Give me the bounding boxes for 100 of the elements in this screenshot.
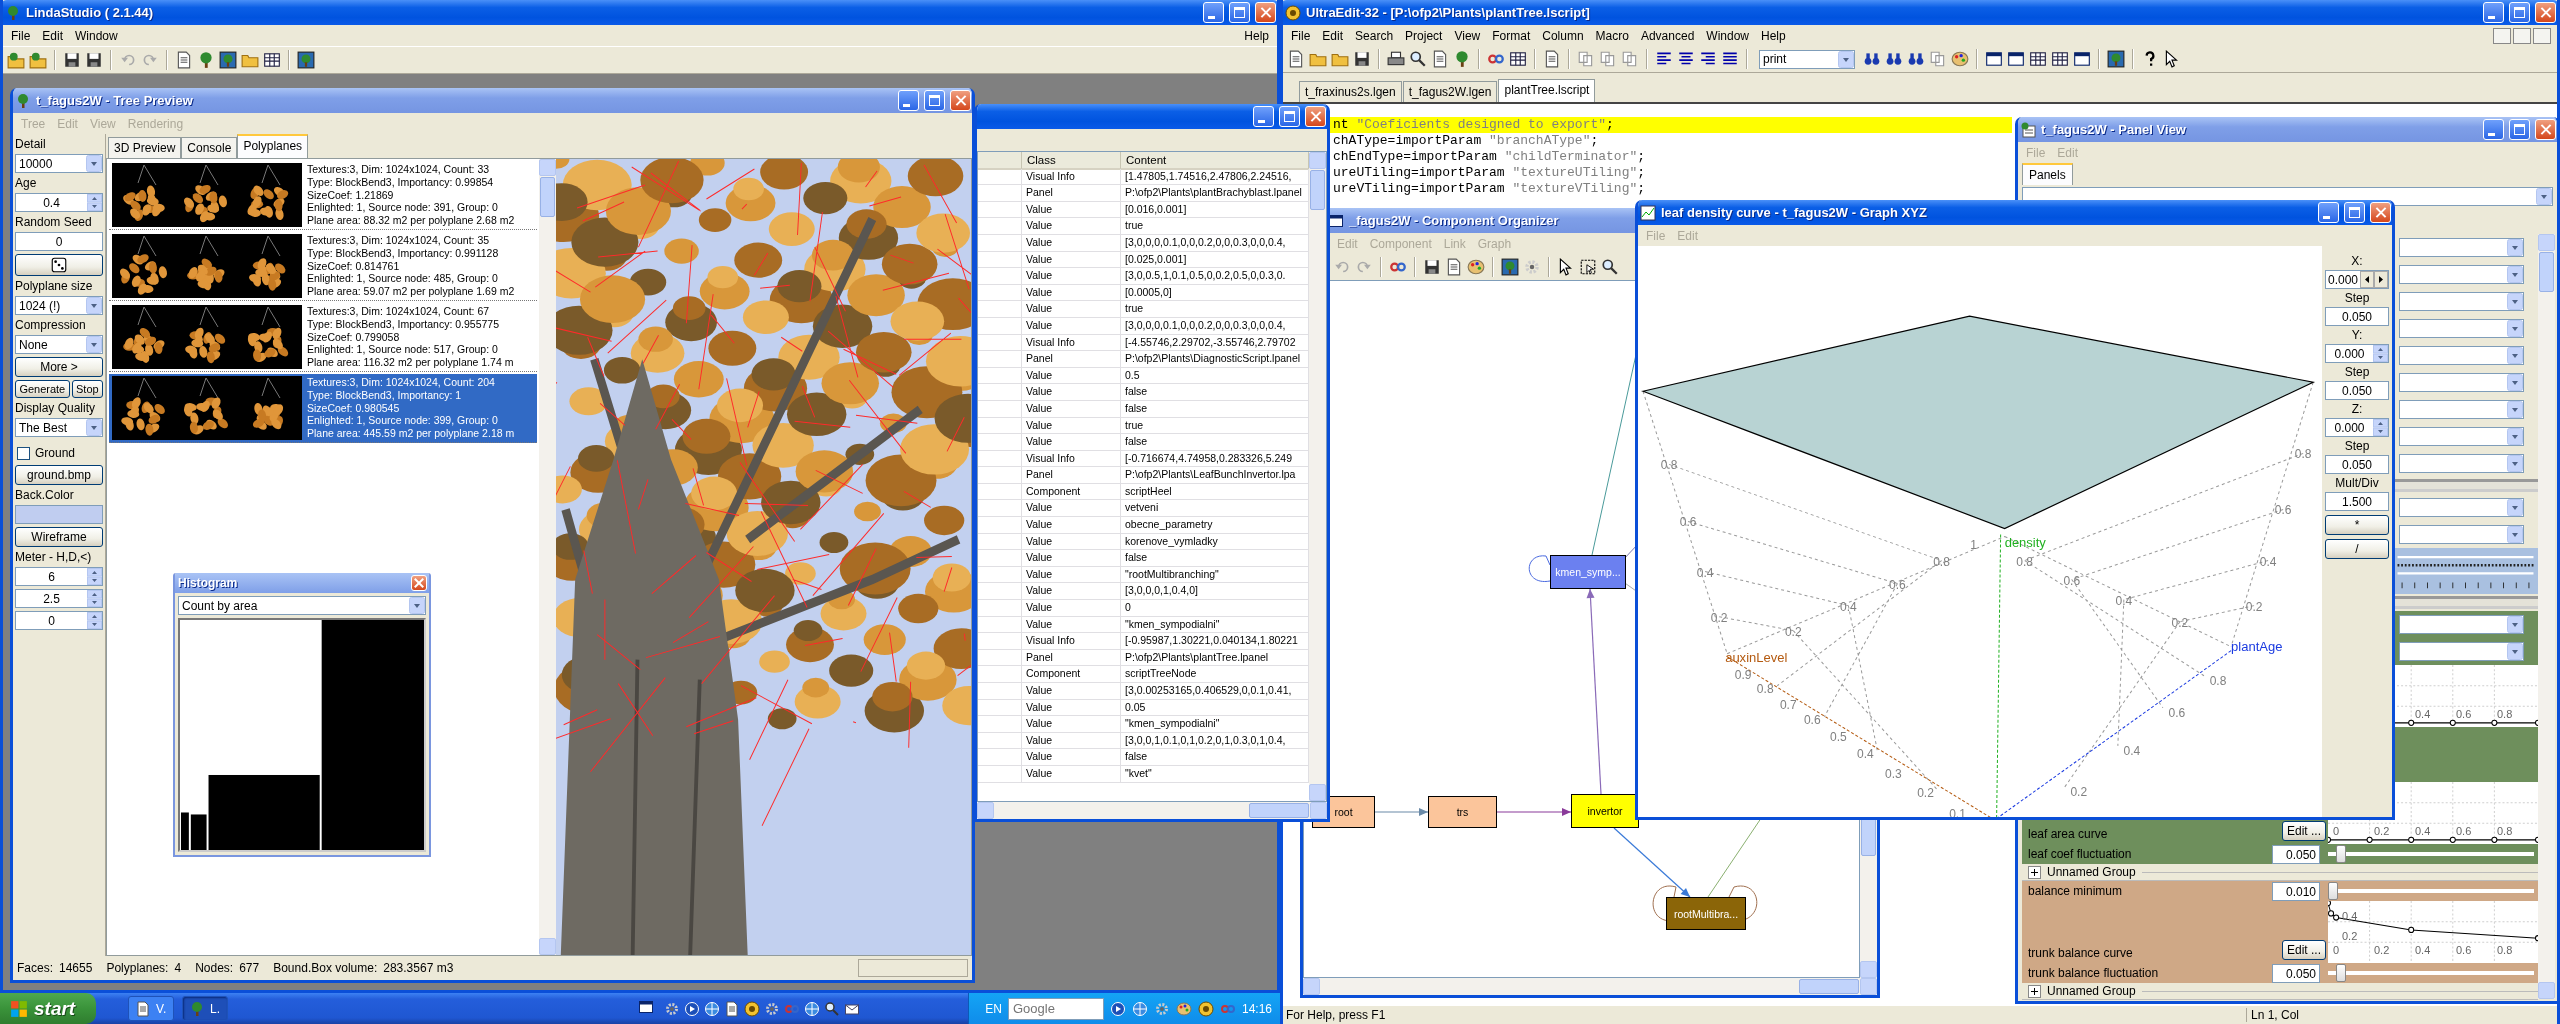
push-button[interactable]: Stop <box>71 380 103 398</box>
table-cell: Panel <box>1022 467 1121 484</box>
menu-item[interactable]: Edit <box>1316 27 1350 44</box>
axis-tick-label: 0.2 <box>1917 785 1934 800</box>
menu-item[interactable]: Help <box>1238 27 1275 44</box>
axis-tick-label: 0.7 <box>1779 697 1797 712</box>
table-cell: Value <box>1022 616 1121 634</box>
table-cell: Value <box>1022 317 1121 335</box>
search-field[interactable]: Google <box>1007 997 1104 1020</box>
menu-item[interactable]: File <box>1285 27 1317 44</box>
menu-item[interactable]: Project <box>1399 27 1449 44</box>
menu-item[interactable]: Window <box>1700 27 1755 44</box>
input-field[interactable]: 0.010 <box>2272 881 2320 901</box>
table-cell: [3,0.00253165,0.406529,0,0.1,0.41, <box>1121 683 1309 700</box>
axis-tick-label: 0.4 <box>1857 746 1874 761</box>
push-button[interactable]: * <box>2325 515 2389 535</box>
push-button[interactable]: ground.bmp <box>15 465 103 485</box>
input-field[interactable]: 0.050 <box>2325 455 2389 474</box>
field-label: Polyplane size <box>15 279 94 293</box>
dropdown[interactable]: 10000 <box>15 154 103 173</box>
tab[interactable]: t_fraxinus2s.lgen <box>1299 81 1402 102</box>
menu-item[interactable]: Macro <box>1589 27 1635 44</box>
spin-field[interactable]: 0 <box>15 611 103 630</box>
table-cell: Value <box>1022 583 1121 601</box>
axis-tick-label: 0.4 <box>2415 825 2431 837</box>
polyplane-item[interactable]: Textures:3, Dim: 1024x1024, Count: 204 Type: BlockBend3, Importancy: 1 SizeCoef: 0.980545 Enlighted: 1, Source node: 399, Group: 0 Plane area: 445.59 m2 per polyplane 2.18 m <box>109 374 537 443</box>
menu-item[interactable]: Search <box>1349 27 1400 44</box>
axis-tick-label: 0.6 <box>1679 515 1697 530</box>
axis-tick-label: 0.8 <box>1933 554 1950 569</box>
edit-button[interactable]: Edit ... <box>2282 821 2326 841</box>
axis-tick-label: 0.2 <box>2374 825 2390 837</box>
menu-item[interactable]: View <box>1448 27 1487 44</box>
column-header[interactable]: Content <box>1121 152 1309 170</box>
axis-tick-label: 0.4 <box>1840 599 1857 614</box>
graph-node[interactable]: invertor <box>1571 794 1639 828</box>
spin-field[interactable]: 6 <box>15 567 103 586</box>
edit-button[interactable]: Edit ... <box>2282 940 2326 960</box>
spin-field[interactable]: 0.000 <box>2325 270 2389 289</box>
axis-tick-label: 0.8 <box>2209 673 2227 688</box>
menu-item[interactable]: Advanced <box>1634 27 1701 44</box>
taskbar-button[interactable]: V. <box>128 996 174 1021</box>
table-cell: true <box>1121 218 1309 235</box>
axis-label: density <box>2004 534 2046 550</box>
window-title: leaf density curve - t_fagus2W - Graph XYZ <box>1661 205 1927 220</box>
push-button[interactable]: More > <box>15 357 103 377</box>
graph-node[interactable]: kmen_symp... <box>1550 555 1626 589</box>
axis-tick-label: 1 <box>1970 537 1977 552</box>
menu-item[interactable]: File <box>5 27 37 44</box>
tab[interactable]: 3D Preview <box>108 137 182 158</box>
input-field[interactable]: 0.050 <box>2325 307 2389 326</box>
tab[interactable]: Console <box>181 137 238 158</box>
dropdown[interactable]: print <box>1759 49 1855 69</box>
dropdown[interactable]: Count by area <box>178 596 426 615</box>
input-field[interactable]: 0.050 <box>2325 381 2389 400</box>
field-label: Z: <box>2350 402 2364 416</box>
axis-tick-label: 0.8 <box>2497 944 2513 956</box>
graph-node[interactable]: rootMultibra... <box>1666 897 1746 930</box>
tab[interactable]: Polyplanes <box>237 134 309 158</box>
dropdown[interactable]: The Best <box>15 418 103 437</box>
menu-item[interactable]: Help <box>1755 27 1792 44</box>
table-cell: 0 <box>1121 600 1309 617</box>
field-label: Step <box>2343 439 2371 453</box>
group-label: Unnamed Group <box>2047 865 2136 879</box>
graph-node[interactable]: trs <box>1428 796 1497 828</box>
spin-field[interactable]: 0.000 <box>2325 418 2389 437</box>
input-field[interactable]: 0 <box>15 232 103 251</box>
polyplane-item[interactable]: Textures:3, Dim: 1024x1024, Count: 67 Type: BlockBend3, Importancy: 0.955775 SizeCoef: 0.799058 Enlighted: 1, Source node: 517, Group: 0 Plane area: 116.32 m2 per polyplane 1.74 m <box>109 303 537 372</box>
input-field[interactable]: 1.500 <box>2325 492 2389 511</box>
column-header[interactable]: Class <box>1022 152 1121 170</box>
table-cell: Value <box>1022 201 1121 219</box>
push-button[interactable]: Generate <box>15 380 70 398</box>
window-title: UltraEdit-32 - [P:\ofp2\Plants\plantTree.lscript] <box>1306 5 1590 20</box>
start-button[interactable]: start <box>0 993 96 1024</box>
table-cell: false <box>1121 749 1309 766</box>
push-button[interactable]: / <box>2325 539 2389 559</box>
spin-field[interactable]: 0.4 <box>15 193 103 212</box>
input-field[interactable]: 0.050 <box>2272 844 2320 864</box>
polyplane-item[interactable]: Textures:3, Dim: 1024x1024, Count: 33 Type: BlockBend3, Importancy: 0.99854 SizeCoef: 1.21869 Enlighted: 1, Source node: 391, Group: 0 Plane area: 88.32 m2 per polyplane 2.68 m2 <box>109 161 537 230</box>
axis-tick-label: 0.6 <box>2456 825 2472 837</box>
taskbar-button[interactable]: L. <box>182 996 228 1021</box>
spin-field[interactable]: 0.000 <box>2325 344 2389 363</box>
dropdown[interactable]: None <box>15 335 103 354</box>
menu-item[interactable]: Format <box>1486 27 1537 44</box>
push-button[interactable]: Wireframe <box>15 527 103 547</box>
tab[interactable]: Panels <box>2022 163 2073 185</box>
axis-tick-label: 0.4 <box>2115 593 2133 608</box>
menu-item[interactable]: Column <box>1536 27 1590 44</box>
input-field[interactable]: 0.050 <box>2272 963 2320 983</box>
spin-field[interactable]: 2.5 <box>15 589 103 608</box>
polyplane-item[interactable]: Textures:3, Dim: 1024x1024, Count: 35 Type: BlockBend3, Importancy: 0.991128 SizeCoef: 0.814761 Enlighted: 1, Source node: 485, Group: 0 Plane area: 59.07 m2 per polyplane 1.69 m2 <box>109 232 537 301</box>
table-cell: Value <box>1022 732 1121 750</box>
tab[interactable]: t_fagus2W.lgen <box>1402 81 1498 102</box>
status-label: Polyplanes: <box>106 961 169 975</box>
menu-item[interactable]: Edit <box>36 27 70 44</box>
axis-tick-label: 0.8 <box>2294 447 2312 462</box>
dropdown[interactable]: 1024 (!) <box>15 296 103 315</box>
menu-item[interactable]: Window <box>69 27 124 44</box>
field-label: Back.Color <box>15 488 75 502</box>
status-text: Ln 1, Col <box>2245 1008 2299 1022</box>
tab[interactable]: plantTree.lscript <box>1498 79 1596 102</box>
